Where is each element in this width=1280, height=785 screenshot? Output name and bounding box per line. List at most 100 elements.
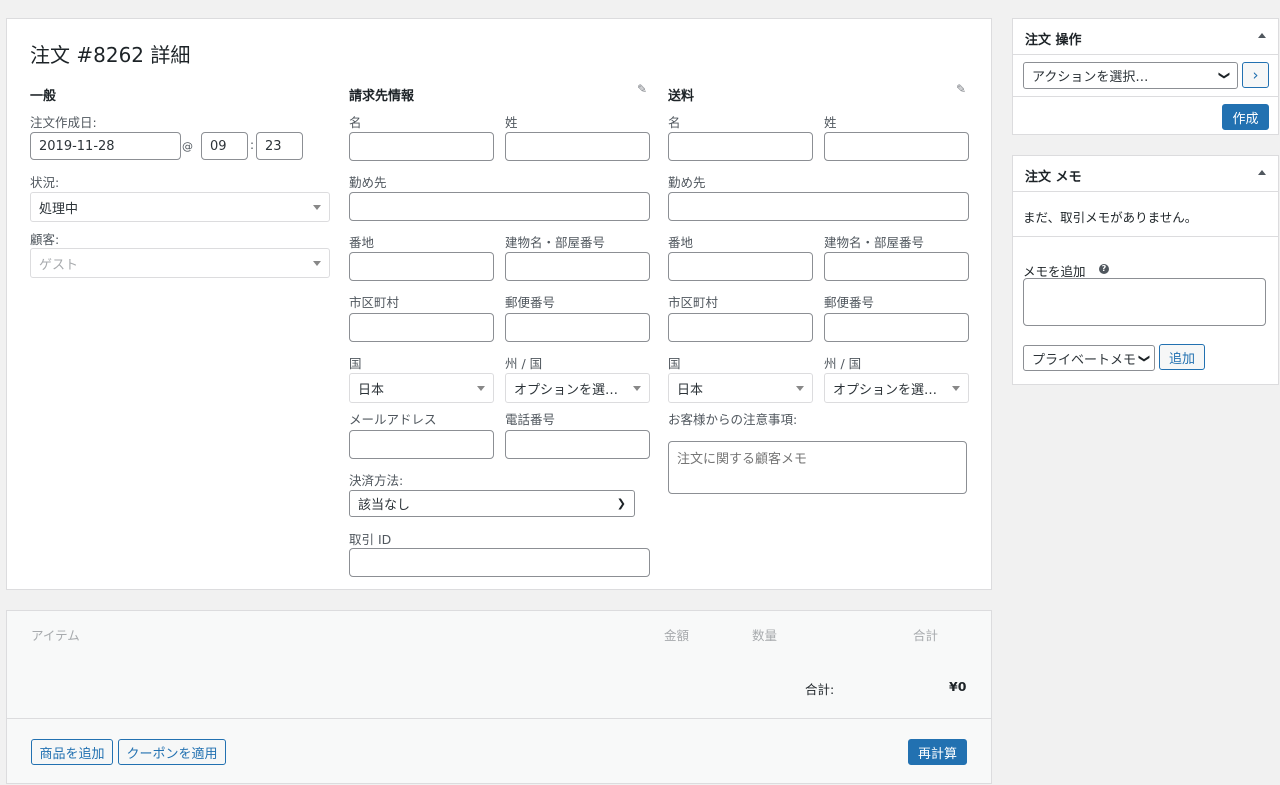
billing-phone-label: 電話番号 bbox=[505, 412, 556, 427]
shipping-address2-input[interactable] bbox=[824, 252, 969, 281]
note-type-select[interactable]: プライベートメモ ❯ bbox=[1023, 345, 1155, 371]
chevron-down-icon: ❯ bbox=[1217, 70, 1231, 81]
dropdown-arrow-icon bbox=[633, 385, 641, 391]
billing-country-select[interactable]: 日本 bbox=[349, 373, 494, 403]
customer-note-textarea[interactable] bbox=[668, 441, 967, 494]
items-column-qty: 数量 bbox=[752, 628, 778, 643]
items-divider bbox=[7, 718, 991, 719]
billing-last-name-input[interactable] bbox=[505, 132, 650, 161]
shipping-country-select[interactable]: 日本 bbox=[668, 373, 813, 403]
dropdown-arrow-icon bbox=[313, 260, 321, 266]
transaction-id-label: 取引 ID bbox=[349, 532, 392, 547]
billing-state-label: 州 / 国 bbox=[505, 356, 543, 371]
order-items-panel: アイテム 金額 数量 合計 合計: ¥0 商品を追加 クーポンを適用 再計算 bbox=[6, 610, 992, 784]
customer-value: ゲスト bbox=[39, 257, 79, 273]
shipping-first-name-input[interactable] bbox=[668, 132, 813, 161]
recalculate-button[interactable]: 再計算 bbox=[908, 739, 967, 765]
add-note-button[interactable]: 追加 bbox=[1159, 344, 1205, 370]
shipping-edit-pencil-icon[interactable]: ✎ bbox=[956, 82, 966, 96]
note-type-value: プライベートメモ bbox=[1032, 352, 1137, 368]
payment-method-select[interactable]: 該当なし ❯ bbox=[349, 490, 635, 517]
chevron-down-icon: ❯ bbox=[1138, 353, 1152, 363]
billing-city-input[interactable] bbox=[349, 313, 494, 342]
status-value: 処理中 bbox=[39, 201, 79, 217]
actions-divider-top bbox=[1013, 54, 1278, 55]
billing-last-name-label: 姓 bbox=[505, 115, 518, 130]
collapse-triangle-icon[interactable] bbox=[1258, 33, 1266, 38]
apply-coupon-button[interactable]: クーポンを適用 bbox=[118, 739, 226, 765]
order-action-select[interactable]: アクションを選択… ❯ bbox=[1023, 62, 1238, 89]
order-action-value: アクションを選択… bbox=[1032, 70, 1149, 85]
shipping-state-value: オプションを選択… bbox=[833, 382, 946, 398]
billing-state-select[interactable]: オプションを選択… bbox=[505, 373, 650, 403]
order-minute-input[interactable] bbox=[256, 132, 303, 160]
shipping-heading: 送料 bbox=[668, 89, 695, 104]
status-select[interactable]: 処理中 bbox=[30, 192, 330, 222]
add-product-button[interactable]: 商品を追加 bbox=[31, 739, 113, 765]
billing-postcode-label: 郵便番号 bbox=[505, 295, 556, 310]
order-hour-input[interactable] bbox=[201, 132, 248, 160]
billing-first-name-label: 名 bbox=[349, 115, 362, 130]
shipping-last-name-input[interactable] bbox=[824, 132, 969, 161]
billing-state-value: オプションを選択… bbox=[514, 382, 627, 398]
shipping-company-label: 勤め先 bbox=[668, 175, 706, 190]
notes-divider-top bbox=[1013, 191, 1278, 192]
payment-method-value: 該当なし bbox=[358, 498, 411, 513]
shipping-last-name-label: 姓 bbox=[824, 115, 837, 130]
create-button[interactable]: 作成 bbox=[1222, 104, 1269, 130]
shipping-address1-input[interactable] bbox=[668, 252, 813, 281]
dropdown-arrow-icon bbox=[477, 385, 485, 391]
dropdown-arrow-icon bbox=[952, 385, 960, 391]
payment-method-label: 決済方法: bbox=[349, 473, 404, 488]
at-symbol: @ bbox=[182, 140, 193, 153]
order-date-label: 注文作成日: bbox=[30, 115, 97, 130]
shipping-company-input[interactable] bbox=[668, 192, 969, 221]
order-data-panel: 注文 #8262 詳細 一般 注文作成日: @ : 状況: 処理中 顧客: ゲス… bbox=[6, 18, 992, 590]
status-label: 状況: bbox=[30, 175, 60, 190]
shipping-postcode-input[interactable] bbox=[824, 313, 969, 342]
help-circle-icon[interactable]: ? bbox=[1099, 264, 1109, 274]
customer-select[interactable]: ゲスト bbox=[30, 248, 330, 278]
shipping-country-value: 日本 bbox=[677, 382, 704, 398]
chevron-right-icon: › bbox=[1252, 66, 1259, 84]
dropdown-arrow-icon bbox=[313, 204, 321, 210]
items-total-value: ¥0 bbox=[949, 679, 967, 694]
order-notes-title: 注文 メモ bbox=[1025, 170, 1082, 185]
shipping-city-label: 市区町村 bbox=[668, 295, 719, 310]
billing-address1-input[interactable] bbox=[349, 252, 494, 281]
collapse-triangle-icon[interactable] bbox=[1258, 170, 1266, 175]
billing-edit-pencil-icon[interactable]: ✎ bbox=[637, 82, 647, 96]
billing-email-input[interactable] bbox=[349, 430, 494, 459]
billing-heading: 請求先情報 bbox=[349, 89, 415, 104]
transaction-id-input[interactable] bbox=[349, 548, 650, 577]
general-heading: 一般 bbox=[30, 89, 57, 104]
billing-city-label: 市区町村 bbox=[349, 295, 400, 310]
shipping-address1-label: 番地 bbox=[668, 235, 694, 250]
shipping-address2-label: 建物名・部屋番号 bbox=[824, 235, 925, 250]
billing-company-label: 勤め先 bbox=[349, 175, 387, 190]
billing-postcode-input[interactable] bbox=[505, 313, 650, 342]
billing-address2-label: 建物名・部屋番号 bbox=[505, 235, 606, 250]
billing-first-name-input[interactable] bbox=[349, 132, 494, 161]
apply-action-arrow-button[interactable]: › bbox=[1242, 62, 1269, 88]
order-actions-box: 注文 操作 アクションを選択… ❯ › 作成 bbox=[1012, 18, 1279, 135]
no-notes-message: まだ、取引メモがありません。 bbox=[1023, 210, 1198, 225]
shipping-first-name-label: 名 bbox=[668, 115, 681, 130]
billing-country-value: 日本 bbox=[358, 382, 385, 398]
billing-company-input[interactable] bbox=[349, 192, 650, 221]
items-column-cost: 金額 bbox=[664, 628, 690, 643]
shipping-state-label: 州 / 国 bbox=[824, 356, 862, 371]
billing-address2-input[interactable] bbox=[505, 252, 650, 281]
add-note-textarea[interactable] bbox=[1023, 278, 1266, 326]
billing-email-label: メールアドレス bbox=[349, 412, 437, 427]
items-column-total: 合計 bbox=[913, 628, 939, 643]
order-notes-box: 注文 メモ まだ、取引メモがありません。 メモを追加 ? プライベートメモ ❯ … bbox=[1012, 155, 1279, 385]
billing-address1-label: 番地 bbox=[349, 235, 375, 250]
billing-phone-input[interactable] bbox=[505, 430, 650, 459]
shipping-city-input[interactable] bbox=[668, 313, 813, 342]
shipping-state-select[interactable]: オプションを選択… bbox=[824, 373, 969, 403]
items-column-item: アイテム bbox=[31, 628, 80, 643]
order-date-input[interactable] bbox=[30, 132, 181, 160]
actions-divider-bottom bbox=[1013, 96, 1278, 97]
billing-country-label: 国 bbox=[349, 356, 362, 371]
